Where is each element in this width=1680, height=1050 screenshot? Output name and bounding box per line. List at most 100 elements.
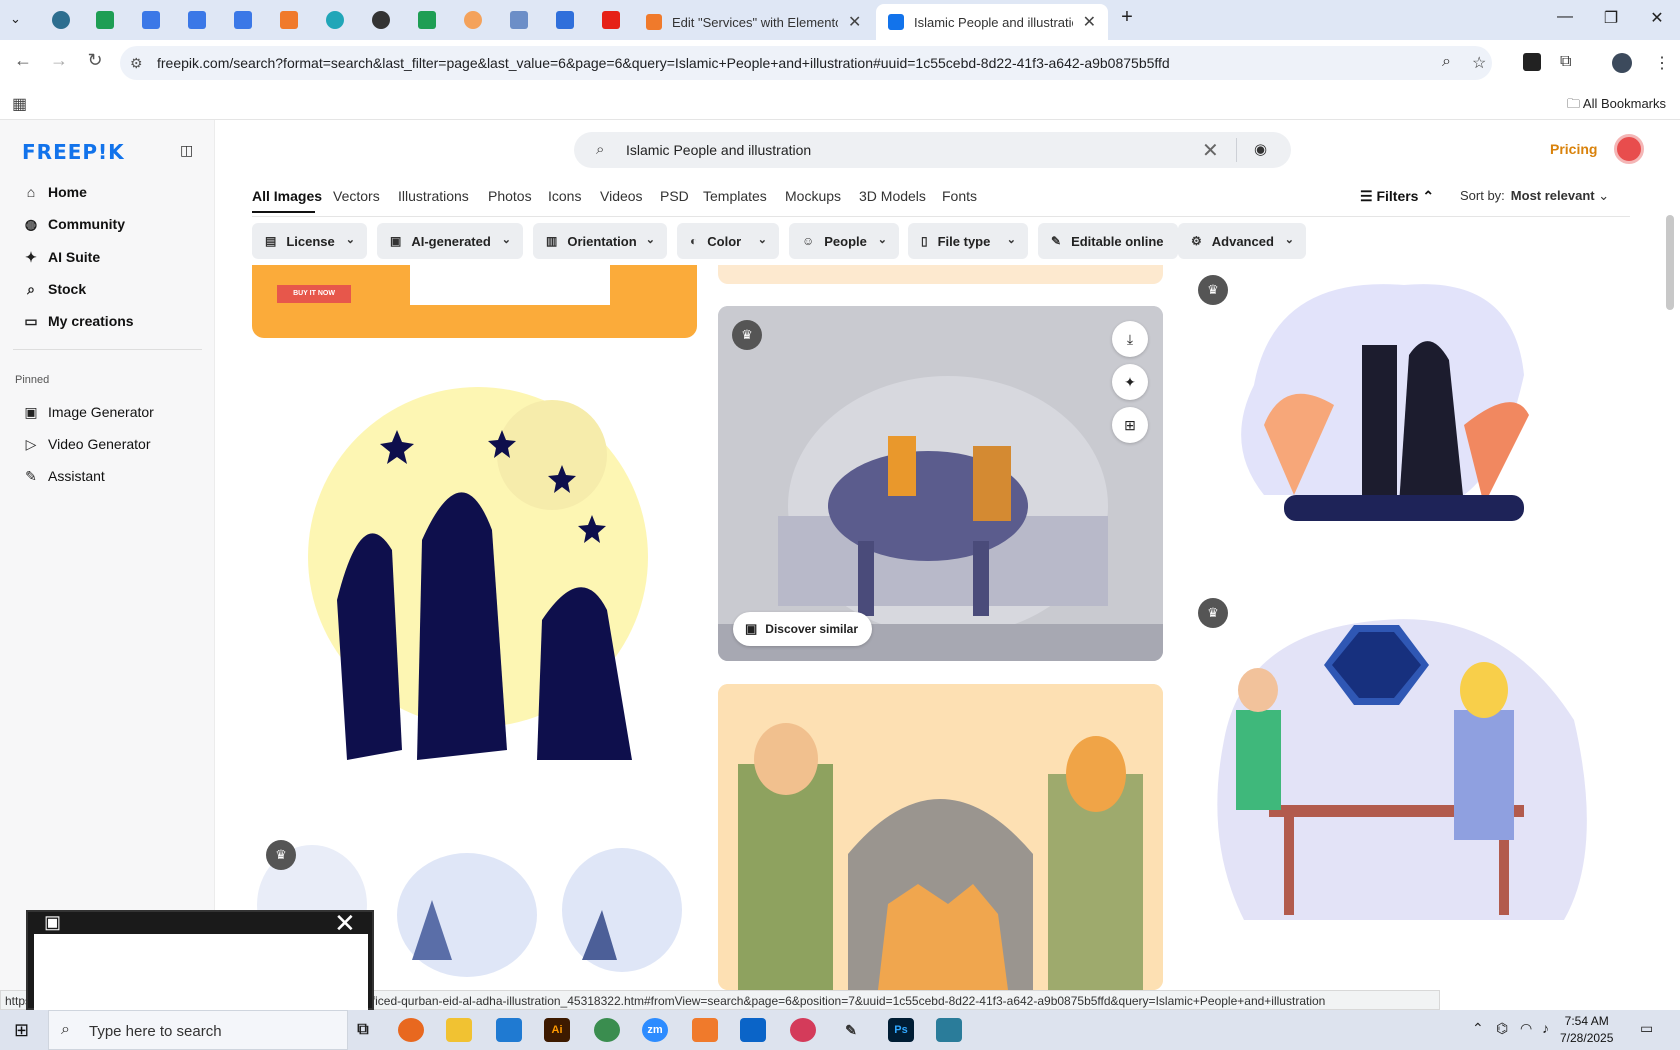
tab-list-icon[interactable]: ⌄ (10, 11, 28, 29)
tab-photos[interactable]: Photos (488, 188, 532, 204)
sidebar-item-image-generator[interactable]: ▣ Image Generator (20, 400, 153, 424)
network-icon[interactable]: ⌬ (1496, 1020, 1508, 1037)
close-tab-icon[interactable]: ✕ (1083, 12, 1096, 32)
illustrator-icon[interactable]: Ai (544, 1018, 570, 1042)
pinned-tab-wordpress-icon[interactable] (52, 11, 70, 29)
tab-templates[interactable]: Templates (703, 188, 767, 204)
pinned-tab-sheets-icon[interactable] (418, 11, 436, 29)
user-avatar[interactable] (1614, 134, 1644, 164)
extension-icon[interactable] (1523, 53, 1541, 71)
pinned-tab-sheets-icon[interactable] (96, 11, 114, 29)
pricing-link[interactable]: Pricing (1550, 141, 1597, 157)
zoom-app-icon[interactable]: zm (642, 1018, 668, 1042)
new-tab-button[interactable]: + (1112, 6, 1142, 29)
minimize-icon[interactable]: — (1550, 8, 1580, 26)
sidebar-item-video-generator[interactable]: ▷ Video Generator (20, 432, 151, 456)
sidebar-item-ai-suite[interactable]: ✦ AI Suite (20, 245, 100, 269)
photoshop-icon[interactable]: Ps (888, 1018, 914, 1042)
vscode-icon[interactable] (496, 1018, 522, 1042)
tray-overflow-icon[interactable]: ⌃ (1472, 1020, 1484, 1037)
image-card-cow-qurban[interactable] (718, 306, 1163, 661)
pinned-tab-chatgpt-icon[interactable] (372, 11, 390, 29)
filter-ai-generated[interactable]: ▣ AI-generated ⌄ (377, 223, 523, 259)
task-view-icon[interactable]: ⧉ (350, 1018, 376, 1042)
chrome-icon[interactable] (594, 1018, 620, 1042)
url-text[interactable]: freepik.com/search?format=search&last_fi… (157, 55, 1170, 71)
pen-tool-icon[interactable]: ✎ (838, 1018, 864, 1042)
discover-similar-button[interactable]: ▣ Discover similar (733, 612, 873, 646)
banner-card[interactable]: BUY IT NOW (252, 265, 697, 338)
image-card-eid-people[interactable] (718, 684, 1163, 990)
menu-kebab-icon[interactable]: ⋮ (1654, 53, 1670, 73)
pinned-tab-youtube-icon[interactable] (602, 11, 620, 29)
filter-license[interactable]: ▤ License ⌄ (252, 223, 367, 259)
sort-dropdown[interactable]: Sort by: Most relevant ⌄ (1460, 188, 1609, 204)
sidebar-item-stock[interactable]: ⌕ Stock (20, 277, 86, 301)
notifications-icon[interactable]: ▭ (1640, 1020, 1653, 1037)
tab-freepik[interactable]: Islamic People and illustration v ✕ (876, 4, 1108, 40)
zoom-icon[interactable]: ⌕ (1442, 53, 1451, 71)
filter-file-type[interactable]: ▯ File type ⌄ (908, 223, 1028, 259)
sidebar-item-my-creations[interactable]: ▭ My creations (20, 309, 133, 333)
tab-illustrations[interactable]: Illustrations (398, 188, 469, 204)
image-card-couple[interactable] (1184, 265, 1629, 570)
tab-psd[interactable]: PSD (660, 188, 689, 204)
banner-buy-button[interactable]: BUY IT NOW (277, 285, 351, 303)
pinned-tab-docs-icon[interactable] (188, 11, 206, 29)
reload-icon[interactable]: ↻ (82, 50, 108, 71)
address-bar[interactable]: ⚙ freepik.com/search?format=search&last_… (120, 46, 1492, 80)
tab-vectors[interactable]: Vectors (333, 188, 380, 204)
freepik-logo[interactable]: FREEP!K (22, 140, 125, 164)
image-card-top-cropped[interactable] (718, 265, 1163, 284)
filter-orientation[interactable]: ▥ Orientation ⌄ (533, 223, 667, 259)
extensions-puzzle-icon[interactable]: ⧉ (1560, 53, 1571, 71)
file-explorer-icon[interactable] (446, 1018, 472, 1042)
ai-edit-button[interactable]: ✦ (1112, 364, 1148, 400)
pinned-tab-app-icon[interactable] (326, 11, 344, 29)
camera-search-icon[interactable]: ◉ (1254, 140, 1267, 158)
tab-elementor[interactable]: Edit "Services" with Elementor ✕ (634, 4, 874, 40)
tab-mockups[interactable]: Mockups (785, 188, 841, 204)
wifi-icon[interactable]: ◠ (1520, 1020, 1532, 1037)
pinned-tab-docs-icon[interactable] (234, 11, 252, 29)
sidebar-item-community[interactable]: ◍ Community (20, 212, 125, 236)
profile-avatar-icon[interactable] (1612, 53, 1632, 73)
taskbar-window-preview[interactable]: ▣ ✕ (26, 908, 374, 1010)
firefox-icon[interactable] (398, 1018, 424, 1042)
sidebar-item-home[interactable]: ⌂ Home (20, 180, 87, 204)
xampp-icon[interactable] (692, 1018, 718, 1042)
filter-people[interactable]: ☺ People ⌄ (789, 223, 899, 259)
image-card-family-table[interactable] (1184, 590, 1629, 990)
pinned-tab-app-icon[interactable] (464, 11, 482, 29)
close-window-icon[interactable]: ✕ (1642, 8, 1672, 28)
bookmark-star-icon[interactable]: ☆ (1472, 53, 1486, 73)
tab-3d-models[interactable]: 3D Models (859, 188, 926, 204)
app-icon[interactable] (936, 1018, 962, 1042)
restore-icon[interactable]: ❐ (1596, 8, 1626, 28)
sidebar-item-assistant[interactable]: ✎ Assistant (20, 464, 105, 488)
forward-icon[interactable]: → (46, 50, 72, 71)
site-info-icon[interactable]: ⚙ (130, 55, 143, 72)
apps-grid-icon[interactable]: ▦ (12, 94, 27, 114)
tab-icons[interactable]: Icons (548, 188, 581, 204)
clear-search-icon[interactable]: ✕ (1202, 138, 1219, 163)
back-icon[interactable]: ← (10, 50, 36, 71)
taskbar-search[interactable]: ⌕ Type here to search (48, 1010, 348, 1050)
pinned-tab-forms-icon[interactable] (556, 11, 574, 29)
filters-button[interactable]: ☰ Filters ⌃ (1360, 188, 1434, 205)
tab-fonts[interactable]: Fonts (942, 188, 977, 204)
outlook-icon[interactable] (740, 1018, 766, 1042)
image-card-silhouettes[interactable] (252, 360, 697, 790)
volume-icon[interactable]: ♪ (1542, 1020, 1549, 1036)
download-button[interactable]: ⤓ (1112, 321, 1148, 357)
close-tab-icon[interactable]: ✕ (848, 12, 861, 32)
creative-cloud-icon[interactable] (790, 1018, 816, 1042)
all-bookmarks[interactable]: 🗀 All Bookmarks (1567, 95, 1666, 117)
search-bar[interactable]: ⌕ Islamic People and illustration ✕ ◉ (574, 132, 1291, 168)
page-scrollbar[interactable] (1666, 215, 1674, 310)
taskbar-clock[interactable]: 7:54 AM 7/28/2025 (1560, 1013, 1613, 1047)
pinned-tab-app-icon[interactable] (510, 11, 528, 29)
tab-all-images[interactable]: All Images (252, 188, 322, 204)
save-to-collection-button[interactable]: ⊞ (1112, 407, 1148, 443)
pinned-tab-docs-icon[interactable] (142, 11, 160, 29)
